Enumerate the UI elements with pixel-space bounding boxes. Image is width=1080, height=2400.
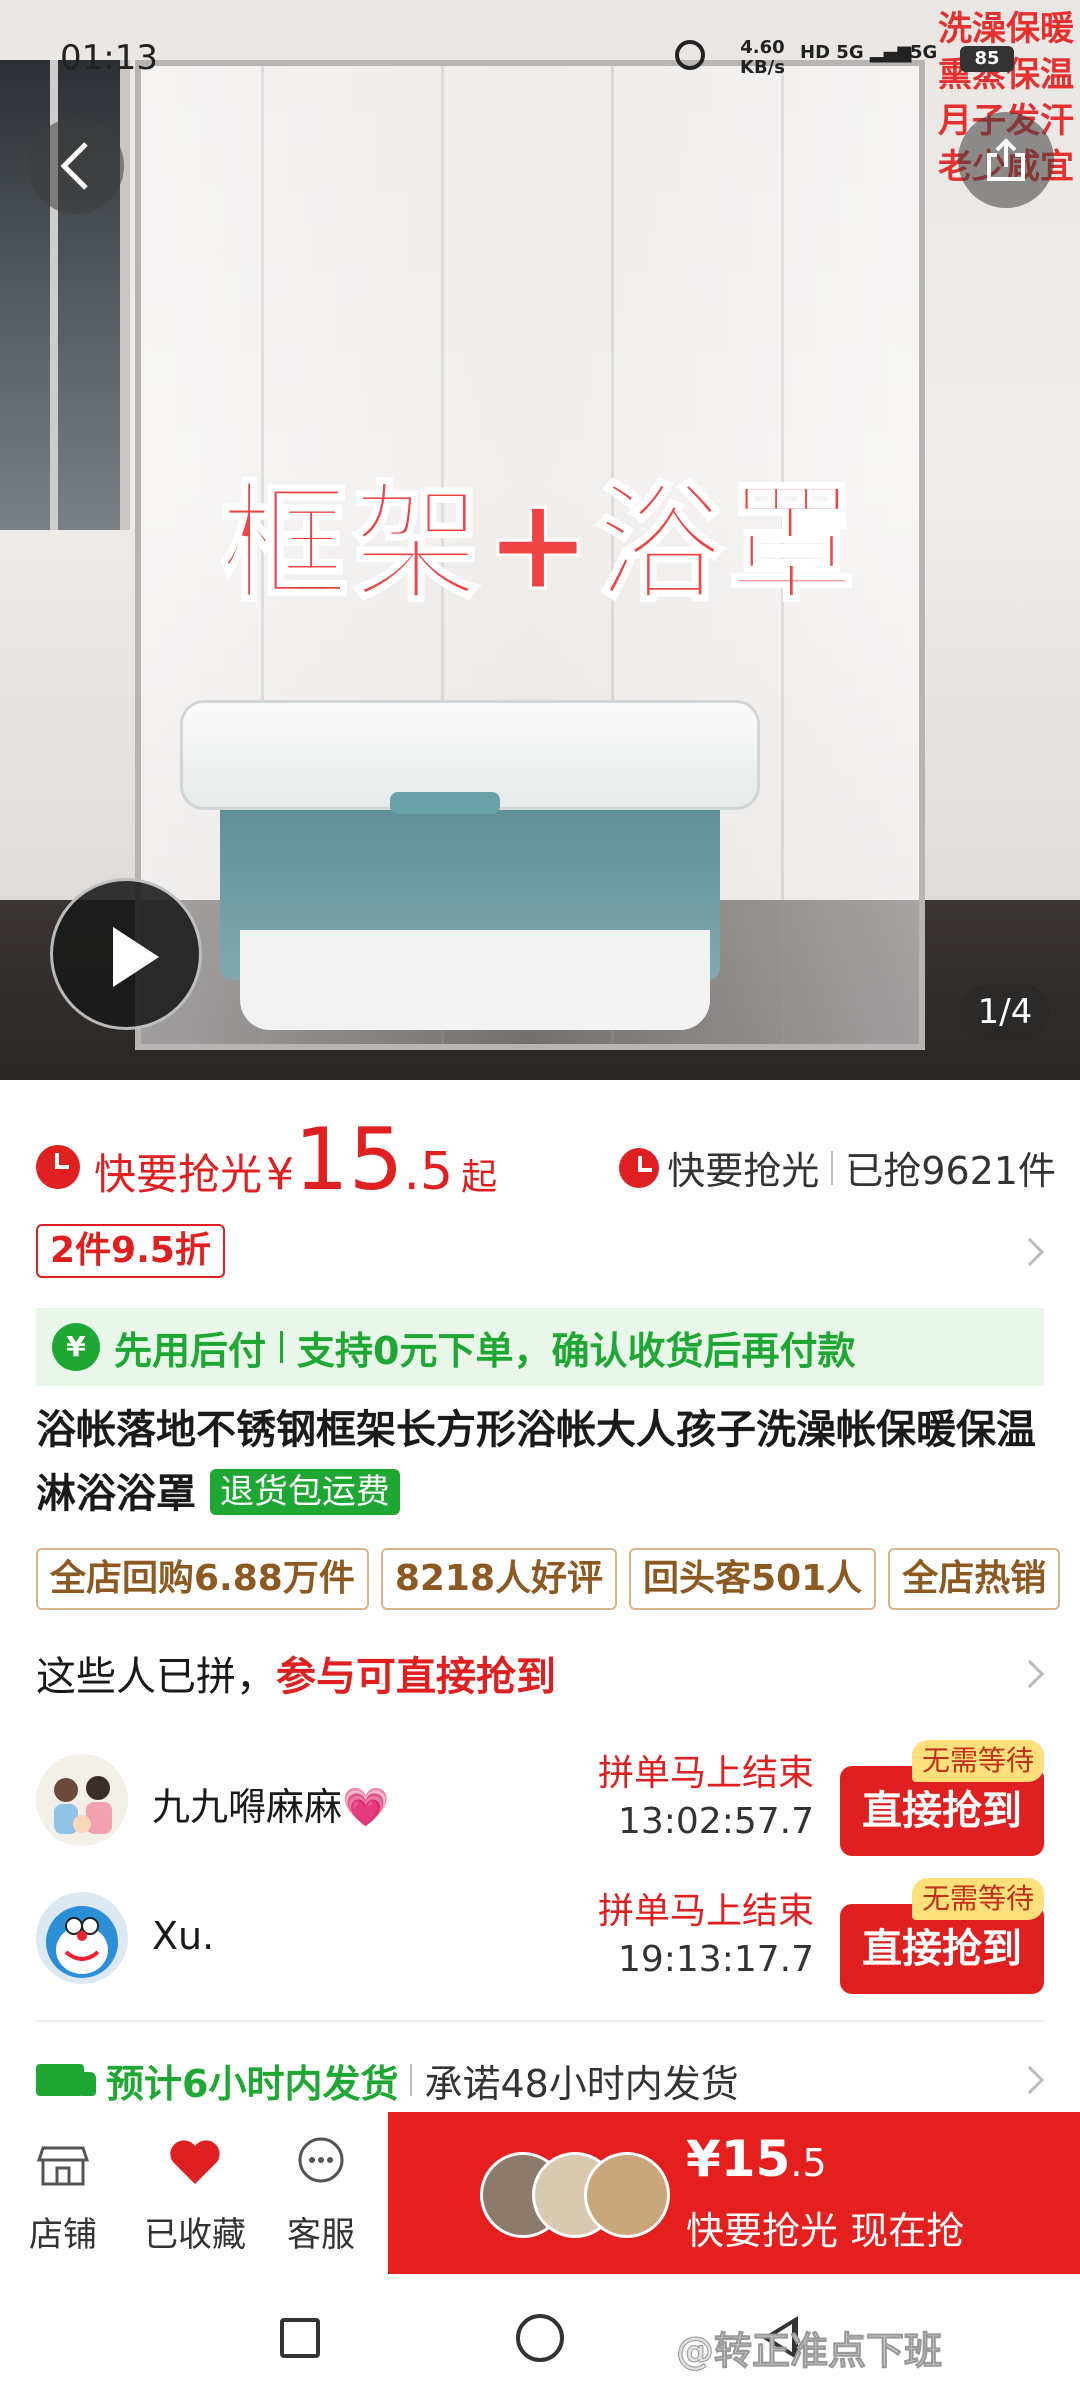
price-suffix: 起 <box>461 1157 498 1198</box>
net-speed-unit: KB/s <box>740 57 785 78</box>
shipping-promise: 承诺48小时内发货 <box>424 2061 739 2106</box>
buy-currency: ¥ <box>686 2130 721 2188</box>
favorite-button[interactable]: 已收藏 <box>136 2134 254 2256</box>
group-buy-row: 九九嘚麻麻💗 拼单马上结束 13:02:57.7 直接抢到 无需等待 <box>36 1740 1044 1860</box>
store-stats-pills: 全店回购6.88万件 8218人好评 回头客501人 全店热销 <box>36 1548 1080 1612</box>
sold-count: 已抢9621件 <box>845 1149 1056 1193</box>
pay-later-title: 先用后付 <box>114 1328 267 1373</box>
group-head-highlight: 参与可直接抢到 <box>276 1654 556 1700</box>
group-countdown: 拼单马上结束 19:13:17.7 <box>598 1888 814 1984</box>
section-divider <box>36 2020 1044 2022</box>
play-icon <box>113 927 159 987</box>
net-speed: 4.60 KB/s <box>740 38 785 78</box>
buy-cta-label: 快要抢光 现在抢 <box>686 2209 965 2253</box>
group-member-name: Xu. <box>152 1914 215 1958</box>
truck-icon <box>36 2064 96 2096</box>
avatar <box>36 1754 128 1846</box>
right-hurry-label: 快要抢光 <box>667 1149 820 1193</box>
share-button[interactable] <box>958 112 1054 208</box>
divider <box>410 2064 413 2096</box>
shipping-estimate: 预计6小时内发货 <box>106 2061 399 2106</box>
return-shipping-tag: 退货包运费 <box>209 1469 400 1515</box>
status-time: 01:13 <box>60 38 158 78</box>
buy-price-decimal: .5 <box>790 2141 827 2185</box>
home-button[interactable] <box>516 2314 564 2362</box>
chevron-right-icon[interactable] <box>1015 1237 1045 1267</box>
image-overlay-title: 框架+浴罩 <box>219 469 860 621</box>
price-decimal: .5 <box>403 1142 454 1202</box>
alarm-clock-icon <box>619 1147 660 1188</box>
countdown-timer: 19:13:17.7 <box>617 1939 814 1980</box>
price-currency: ¥ <box>266 1149 295 1200</box>
ends-label: 拼单马上结束 <box>597 1891 814 1932</box>
discount-tag[interactable]: 2件9.5折 <box>36 1224 225 1278</box>
signal-icon: HD 5G ▂▄▆ <box>800 42 912 63</box>
tub-handle <box>390 792 500 814</box>
sig2-label: 5G <box>910 42 938 63</box>
no-wait-badge: 无需等待 <box>911 1878 1044 1920</box>
play-video-button[interactable] <box>50 878 202 1030</box>
store-button[interactable]: 店铺 <box>8 2134 118 2256</box>
hd-label: HD <box>800 42 831 63</box>
product-title-text: 浴帐落地不锈钢框架长方形浴帐大人孩子洗澡帐保暖保温淋浴浴罩 <box>36 1407 1036 1517</box>
recent-apps-button[interactable] <box>280 2318 320 2358</box>
chevron-right-icon[interactable] <box>1015 1659 1045 1689</box>
signal-icon-2: 5G <box>910 42 937 63</box>
back-arrow-icon <box>60 142 88 190</box>
battery-icon: 85 <box>960 46 1014 72</box>
store-stat-pill[interactable]: 全店热销 <box>888 1548 1061 1610</box>
favorite-label: 已收藏 <box>144 2215 246 2255</box>
buy-price: ¥15.5 <box>686 2130 827 2188</box>
shipping-info[interactable]: 预计6小时内发货 承诺48小时内发货 <box>36 2050 1044 2110</box>
store-stat-pill[interactable]: 8218人好评 <box>380 1548 618 1610</box>
bathtub <box>180 700 760 1030</box>
heart-icon <box>170 2140 220 2184</box>
group-head-prefix: 这些人已拼， <box>36 1654 276 1700</box>
group-member-name: 九九嘚麻麻💗 <box>152 1785 390 1829</box>
price-row: 快要抢光 ¥ 15 .5 起 快要抢光 已抢9621件 <box>36 1110 1056 1210</box>
store-stat-pill[interactable]: 回头客501人 <box>629 1548 877 1610</box>
buy-price-integer: 15 <box>720 2130 791 2188</box>
divider <box>831 1150 834 1185</box>
no-wait-badge: 无需等待 <box>911 1740 1044 1782</box>
hurry-label: 快要抢光 <box>94 1150 263 1199</box>
pay-later-banner[interactable]: ¥ 先用后付 支持0元下单，确认收货后再付款 <box>36 1308 1044 1386</box>
avatar <box>584 2152 670 2238</box>
group-buy-row: Xu. 拼单马上结束 19:13:17.7 直接抢到 无需等待 <box>36 1878 1044 1998</box>
avatar <box>36 1892 128 1984</box>
alarm-status-icon <box>675 40 705 70</box>
sold-info: 快要抢光 已抢9621件 <box>619 1140 1056 1195</box>
store-label: 店铺 <box>29 2215 97 2255</box>
sig1-label: 5G <box>836 42 864 63</box>
price-left: 快要抢光 ¥ 15 .5 起 <box>36 1110 497 1210</box>
divider <box>280 1331 284 1363</box>
pay-later-detail: 支持0元下单，确认收货后再付款 <box>297 1328 856 1373</box>
group-countdown: 拼单马上结束 13:02:57.7 <box>598 1750 814 1846</box>
service-label: 客服 <box>287 2215 355 2255</box>
buyer-avatars <box>480 2152 680 2242</box>
net-speed-value: 4.60 <box>740 37 785 58</box>
alarm-clock-icon <box>36 1145 80 1189</box>
share-icon <box>987 138 1025 181</box>
buy-now-button[interactable]: ¥15.5 快要抢光 现在抢 <box>388 2112 1080 2274</box>
price-integer: 15 <box>294 1110 404 1210</box>
image-pager: 1/4 <box>960 984 1050 1040</box>
countdown-timer: 13:02:57.7 <box>617 1801 814 1842</box>
tub-base <box>240 930 710 1030</box>
group-buy-header[interactable]: 这些人已拼，参与可直接抢到 <box>36 1644 556 1702</box>
customer-service-button[interactable]: 客服 <box>266 2134 376 2256</box>
pay-later-badge-icon: ¥ <box>52 1323 100 1371</box>
status-bar: 01:13 4.60 KB/s HD 5G ▂▄▆ 5G 85 <box>0 0 1080 100</box>
watermark: @转正准点下班 <box>675 2329 943 2374</box>
product-title: 浴帐落地不锈钢框架长方形浴帐大人孩子洗澡帐保暖保温淋浴浴罩 退货包运费 <box>36 1398 1046 1526</box>
store-icon <box>36 2146 90 2186</box>
ends-label: 拼单马上结束 <box>597 1753 814 1794</box>
back-button[interactable] <box>28 118 124 214</box>
store-stat-pill[interactable]: 全店回购6.88万件 <box>36 1548 369 1610</box>
chat-bubble-icon <box>298 2137 344 2183</box>
